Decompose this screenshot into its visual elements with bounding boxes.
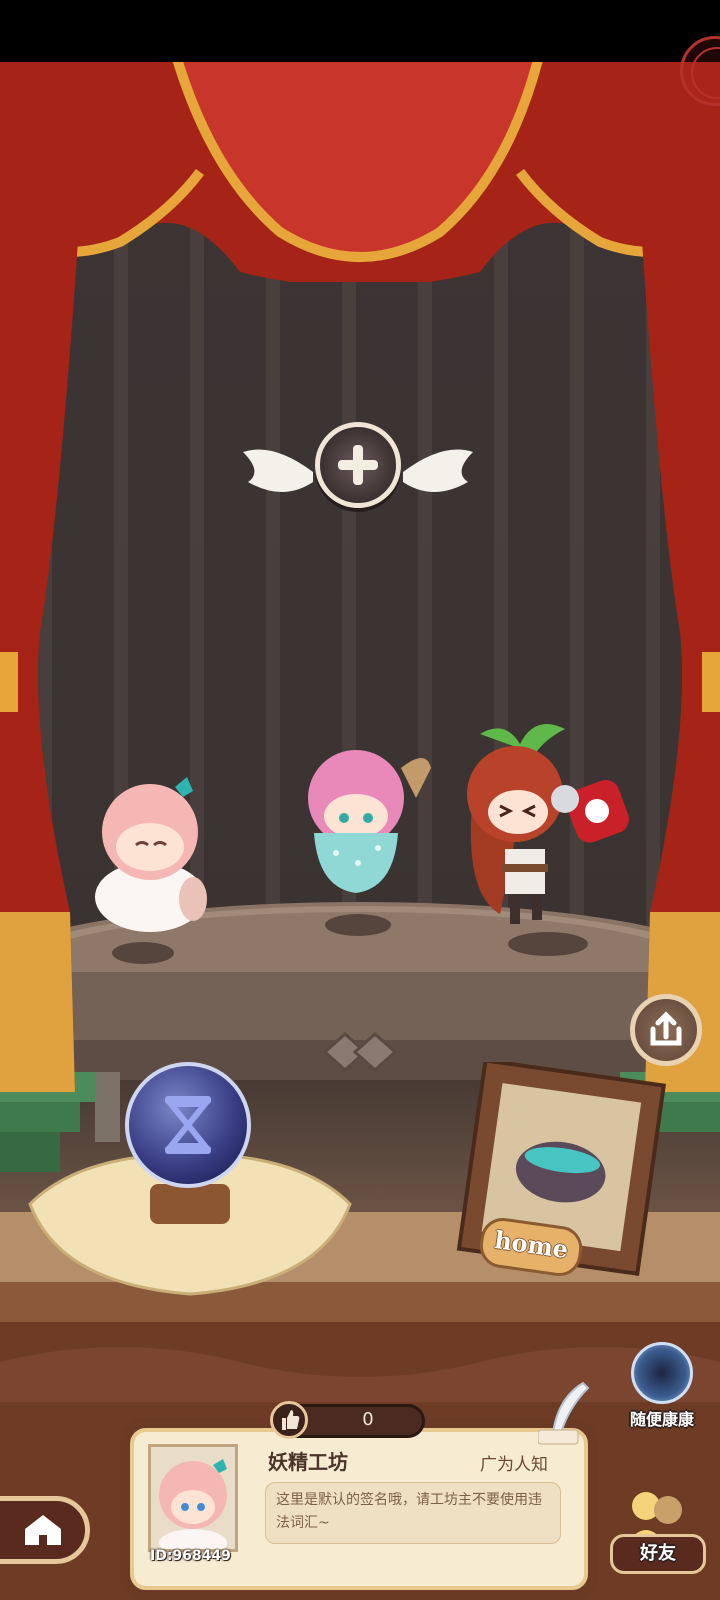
sheep-fairy-character[interactable]	[90, 757, 215, 932]
left-curtain	[0, 212, 80, 1092]
share-button[interactable]	[630, 994, 702, 1066]
house-icon	[25, 1515, 61, 1545]
home-frame-button[interactable]: home	[440, 1062, 680, 1292]
fame-level: 广为人知	[480, 1455, 548, 1475]
top-curtain	[0, 62, 720, 282]
user-id: ID:968449	[150, 1548, 231, 1564]
home-button[interactable]	[0, 1496, 90, 1564]
quill-icon[interactable]	[538, 1378, 598, 1448]
plus-icon	[338, 445, 378, 485]
portal-icon	[631, 1342, 693, 1404]
like-count: 0	[362, 1409, 374, 1430]
teacup-fairy-character[interactable]	[296, 738, 436, 903]
casual-visit-label: 随便康康	[629, 1410, 694, 1429]
character-shadow	[112, 942, 174, 964]
thumbs-up-icon[interactable]	[270, 1401, 308, 1439]
friends-label-box: 好友	[610, 1534, 706, 1574]
like-counter[interactable]: 0	[270, 1401, 425, 1439]
avatar-image	[159, 1459, 227, 1549]
tomato-fairy-character[interactable]	[460, 714, 640, 944]
share-icon	[650, 1011, 682, 1046]
character-shadow	[325, 914, 391, 936]
friends-button[interactable]: 好友	[610, 1482, 710, 1582]
add-character-slot[interactable]	[243, 422, 473, 542]
corner-menu-icon	[691, 47, 720, 99]
home-sign-label: home	[492, 1225, 571, 1265]
hourglass-orb-button[interactable]	[125, 1062, 251, 1188]
signature[interactable]: 这里是默认的签名哦，请工坊主不要使用违法词汇~	[265, 1482, 561, 1544]
friends-icon	[628, 1492, 682, 1542]
add-button[interactable]	[315, 422, 401, 508]
hourglass-icon	[164, 1096, 212, 1154]
casual-visit-button[interactable]: 随便康康	[626, 1342, 698, 1430]
workshop-name: 妖精工坊	[268, 1450, 348, 1474]
profile-card[interactable]: 0 ID:968449 妖精工坊 广为人知 这里是默认的签名哦，请工坊主不要使用…	[120, 1381, 598, 1600]
game-scene: home 随便康康 好友 0 ID:968449 妖精工坊 广为人知 这里是默认…	[0, 62, 720, 1600]
right-curtain	[640, 212, 720, 1092]
friends-label: 好友	[640, 1543, 676, 1564]
avatar[interactable]	[148, 1444, 238, 1552]
